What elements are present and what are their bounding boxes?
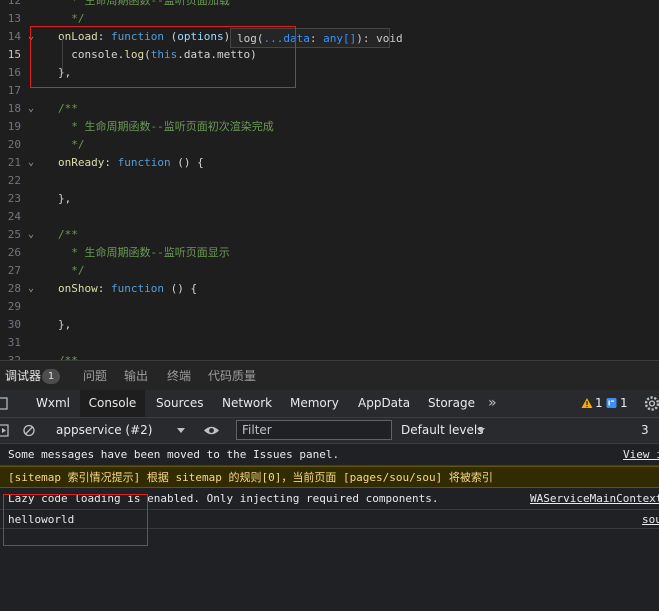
line-number: 22 <box>7 174 21 187</box>
line-number: 12 <box>7 0 21 7</box>
fold-chevron-icon[interactable]: ⌄ <box>28 280 34 298</box>
code-editor[interactable]: 12 * 生命周期函数--监听页面加载 13 */14 ⌄ onLoad: funct… <box>0 0 659 360</box>
filter-input[interactable]: Filter <box>236 420 392 440</box>
code-line[interactable]: 25 ⌄ /** <box>0 226 659 244</box>
annotation-box-helloworld <box>3 494 148 546</box>
line-number: 30 <box>7 318 21 331</box>
line-number: 28 <box>7 282 21 295</box>
hidden-count: 3 h <box>641 423 649 462</box>
info-icon[interactable] <box>606 390 617 417</box>
tab-memory[interactable]: Memory <box>290 390 339 417</box>
code-line[interactable]: 26 * 生命周期函数--监听页面显示 <box>0 244 659 262</box>
fold-chevron-icon[interactable]: ⌄ <box>28 154 34 172</box>
line-number: 23 <box>7 192 21 205</box>
warning-count: 1 <box>595 396 603 410</box>
tab-appdata[interactable]: AppData <box>358 390 410 417</box>
code-line[interactable]: 32 /** <box>0 352 659 360</box>
line-number: 25 <box>7 228 21 241</box>
clear-console-icon[interactable] <box>22 418 36 443</box>
code-line[interactable]: 23}, <box>0 190 659 208</box>
line-number: 16 <box>7 66 21 79</box>
code-text: * 生命周期函数--监听页面初次渲染完成 <box>58 120 274 133</box>
code-line[interactable]: 24 <box>0 208 659 226</box>
view-issues-link[interactable]: View i <box>623 444 659 465</box>
log-levels-dropdown[interactable]: Default levels <box>401 418 483 443</box>
code-text: onShow: function () { <box>58 282 198 295</box>
tab-wxml[interactable]: Wxml <box>36 390 70 417</box>
line-number: 17 <box>7 84 21 97</box>
line-number: 24 <box>7 210 21 223</box>
line-number: 27 <box>7 264 21 277</box>
console-message: Some messages have been moved to the Iss… <box>0 444 659 466</box>
source-link[interactable]: sou <box>642 510 659 528</box>
debugger-count-badge: 1 <box>42 369 60 384</box>
code-text: }, <box>58 192 72 205</box>
tab-problems[interactable]: 问题 <box>83 361 107 391</box>
code-text: */ <box>58 264 85 277</box>
code-line[interactable]: 29 <box>0 298 659 316</box>
code-text: /** <box>58 228 78 241</box>
context-selector[interactable]: appservice (#2) <box>56 418 152 443</box>
line-number: 21 <box>7 156 21 169</box>
console-output: Some messages have been moved to the Iss… <box>0 444 659 611</box>
source-link[interactable]: WAServiceMainContext <box>530 488 659 509</box>
line-number: 19 <box>7 120 21 133</box>
context-dropdown-arrow-icon[interactable] <box>176 418 186 443</box>
log-levels-arrow-icon[interactable] <box>476 418 486 443</box>
line-number: 14 <box>7 30 21 43</box>
line-number: 32 <box>0 352 21 360</box>
line-number: 15 <box>7 48 21 61</box>
code-text: */ <box>58 138 85 151</box>
code-line[interactable]: 28 ⌄ onShow: function () { <box>0 280 659 298</box>
tab-code-quality[interactable]: 代码质量 <box>208 361 256 391</box>
line-number: 26 <box>7 246 21 259</box>
code-text: * 生命周期函数--监听页面加载 <box>58 0 230 7</box>
code-text: /** <box>58 102 78 115</box>
toggle-sidebar-icon[interactable] <box>0 418 10 443</box>
line-number: 20 <box>7 138 21 151</box>
code-line[interactable]: 18 ⌄ /** <box>0 100 659 118</box>
console-toolbar: appservice (#2) Filter Default levels 3 … <box>0 418 659 462</box>
line-number: 13 <box>7 12 21 25</box>
annotation-box-onload <box>30 26 296 88</box>
code-text: onReady: function () { <box>58 156 204 169</box>
tab-terminal[interactable]: 终端 <box>167 361 191 391</box>
line-number: 29 <box>7 300 21 313</box>
code-line[interactable]: 27 */ <box>0 262 659 280</box>
inspect-element-icon[interactable] <box>0 390 10 417</box>
code-text: }, <box>58 318 72 331</box>
settings-gear-icon[interactable] <box>644 390 659 417</box>
code-line[interactable]: 19 * 生命周期函数--监听页面初次渲染完成 <box>0 118 659 136</box>
code-text: /** <box>58 352 78 360</box>
more-tabs-chevron-icon[interactable]: » <box>488 390 497 417</box>
live-expression-eye-icon[interactable] <box>203 418 220 443</box>
code-line[interactable]: 21 ⌄ onReady: function () { <box>0 154 659 172</box>
code-text: * 生命周期函数--监听页面显示 <box>58 246 230 259</box>
code-line[interactable]: 22 <box>0 172 659 190</box>
tab-storage[interactable]: Storage <box>428 390 475 417</box>
line-number: 18 <box>7 102 21 115</box>
warning-icon[interactable] <box>581 390 593 417</box>
code-line[interactable]: 20 */ <box>0 136 659 154</box>
fold-chevron-icon[interactable]: ⌄ <box>28 226 34 244</box>
tab-console[interactable]: Console <box>80 390 145 417</box>
tab-sources[interactable]: Sources <box>156 390 203 417</box>
tab-debugger[interactable]: 调试器 <box>5 361 42 391</box>
info-count: 1 <box>620 396 628 410</box>
code-line[interactable]: 30}, <box>0 316 659 334</box>
devtools-tab-bar: Wxml Console Sources Network Memory AppD… <box>0 390 659 418</box>
tab-output[interactable]: 输出 <box>124 361 148 391</box>
tab-network[interactable]: Network <box>222 390 272 417</box>
panel-tab-bar: 调试器 1 问题 输出 终端 代码质量 <box>0 360 659 391</box>
console-warning: [sitemap 索引情况提示] 根据 sitemap 的规则[0]，当前页面 … <box>0 466 659 488</box>
fold-chevron-icon[interactable]: ⌄ <box>28 100 34 118</box>
code-line[interactable]: 12 * 生命周期函数--监听页面加载 <box>0 0 659 10</box>
code-line[interactable]: 31 <box>0 334 659 352</box>
line-number: 31 <box>7 336 21 349</box>
